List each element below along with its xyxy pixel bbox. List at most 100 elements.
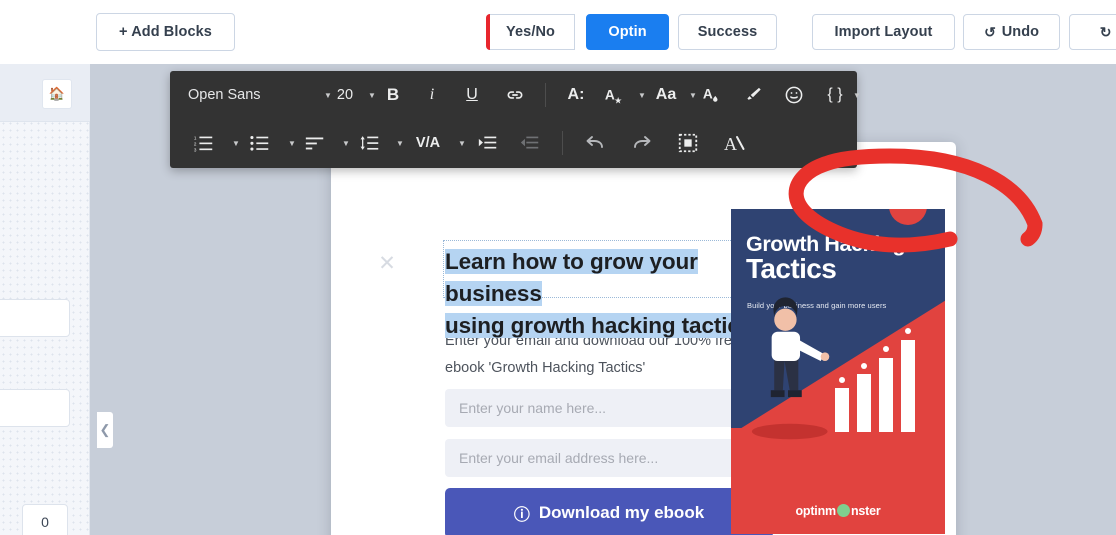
undo-button[interactable]: ↻ Undo: [963, 14, 1060, 50]
align-button[interactable]: [298, 119, 332, 167]
chevron-down-icon: ▼: [232, 138, 240, 148]
link-button[interactable]: [498, 71, 532, 119]
italic-button[interactable]: i: [416, 71, 448, 119]
close-icon: ✕: [927, 151, 943, 170]
headline-line-1: Learn how to grow your business: [445, 249, 698, 306]
logo-text-pre: optinm: [795, 504, 836, 518]
close-icon: ✕: [378, 252, 396, 275]
svg-text:3: 3: [194, 147, 197, 152]
text-case-label: Aa: [655, 86, 677, 103]
svg-text:A: A: [724, 134, 737, 154]
logo-text-post: nster: [850, 504, 881, 518]
monster-mascot-icon: [836, 504, 850, 517]
text-style-button[interactable]: A ★: [598, 71, 632, 119]
toolbar-undo-button[interactable]: [575, 119, 615, 167]
svg-text:★: ★: [614, 95, 622, 105]
align-left-icon: [305, 137, 324, 150]
tab-success[interactable]: Success: [678, 14, 777, 50]
unordered-list-button[interactable]: [242, 119, 278, 167]
text-color-button[interactable]: A: [696, 71, 730, 119]
undo-label: Undo: [1001, 24, 1040, 40]
font-family-value: Open Sans: [188, 87, 261, 103]
code-caret[interactable]: ▼: [842, 71, 866, 119]
import-layout-button[interactable]: Import Layout: [812, 14, 955, 50]
svg-text:2: 2: [194, 141, 197, 146]
underline-label: U: [466, 86, 478, 103]
ebook-title-line-1: Growth Hacking: [746, 232, 906, 256]
home-icon: 🏠: [48, 86, 66, 101]
popup-headline[interactable]: Learn how to grow your business using gr…: [445, 246, 775, 342]
line-height-label: A:: [567, 86, 585, 103]
ebook-red-footer: [731, 428, 945, 534]
indent-increase-icon: [478, 136, 497, 149]
bold-label: B: [386, 85, 400, 104]
download-cta-button[interactable]: ⓘ Download my ebook: [445, 488, 773, 535]
toolbar-separator: [545, 83, 546, 107]
sidebar-field-2[interactable]: [0, 389, 70, 427]
ebook-title: Growth Hacking Tactics: [746, 233, 936, 284]
select-region-button[interactable]: [668, 119, 708, 167]
sidebar-collapse-handle[interactable]: ❮: [97, 412, 113, 448]
ebook-title-line-2: Tactics: [746, 253, 837, 285]
clear-formatting-button[interactable]: A: [714, 119, 754, 167]
text-style-star-icon: A ★: [605, 88, 622, 106]
chevron-down-icon: ▼: [396, 138, 404, 148]
add-blocks-label: + Add Blocks: [119, 24, 212, 40]
tab-yes-no-label: Yes/No: [506, 24, 555, 40]
highlighter-icon: [747, 87, 761, 100]
bold-button[interactable]: B: [376, 71, 410, 119]
import-layout-label: Import Layout: [834, 24, 933, 40]
ordered-list-button[interactable]: 1 2 3: [186, 119, 222, 167]
text-editor-toolbar: Open Sans ▼ 20 ▼ B i U A: A ★ ▼ Aa ▼ A {…: [170, 71, 861, 168]
sidebar-field-1[interactable]: [0, 299, 70, 337]
editor-topbar: + Add Blocks Yes/No Optin Success Import…: [0, 0, 1116, 64]
chevron-down-icon: ▼: [288, 138, 296, 148]
name-input[interactable]: Enter your name here...: [445, 389, 773, 427]
underline-button[interactable]: U: [456, 71, 488, 119]
redo-arrow-icon: ↻: [1099, 23, 1112, 40]
line-height-button[interactable]: A:: [558, 71, 594, 119]
home-button[interactable]: 🏠: [42, 79, 72, 109]
link-icon: [507, 91, 523, 99]
redo-button[interactable]: ↻ R: [1069, 14, 1116, 50]
line-spacing-button[interactable]: [352, 119, 388, 167]
undo-arrow-icon: ↻: [983, 23, 996, 40]
tab-yes-no[interactable]: Yes/No: [486, 14, 575, 50]
letter-spacing-caret[interactable]: ▼: [446, 119, 472, 167]
chevron-left-icon: ❮: [99, 422, 111, 437]
ebook-cover-image[interactable]: Growth Hacking Tactics Build your busine…: [731, 209, 945, 534]
optinmonster-logo: optinm nster: [731, 504, 945, 518]
vertical-spacing-input[interactable]: 0: [22, 504, 68, 535]
cta-label: Download my ebook: [538, 503, 705, 522]
email-input[interactable]: Enter your email address here...: [445, 439, 773, 477]
chevron-down-icon: ▼: [342, 138, 350, 148]
add-blocks-button[interactable]: + Add Blocks: [96, 13, 235, 51]
sidebar-header: 🏠: [0, 64, 90, 122]
chevron-down-icon: ▼: [458, 138, 466, 148]
indent-button[interactable]: [470, 119, 506, 167]
svg-text:1: 1: [194, 135, 197, 140]
left-settings-sidebar: 🏠 0 VERTICAL: [0, 64, 90, 535]
unordered-list-icon: [250, 135, 269, 151]
toolbar-row-2: 1 2 3 ▼ ▼ ▼ ▼ V/A ▼ A: [170, 119, 857, 167]
tab-optin[interactable]: Optin: [586, 14, 669, 50]
tab-optin-label: Optin: [608, 24, 647, 40]
chevron-down-icon: ▼: [638, 90, 646, 100]
ebook-illustration: [751, 297, 830, 440]
toolbar-redo-button[interactable]: [622, 119, 662, 167]
select-region-icon: [678, 133, 698, 153]
emoji-button[interactable]: [776, 71, 812, 119]
popup-secondary-close-button[interactable]: ✕: [377, 252, 397, 275]
redo-icon: [634, 136, 651, 148]
line-spacing-icon: [360, 136, 379, 150]
popup-close-button[interactable]: ✕: [926, 152, 944, 170]
highlight-button[interactable]: [735, 71, 771, 119]
clear-formatting-icon: A: [724, 134, 745, 154]
italic-label: i: [429, 86, 435, 103]
letter-spacing-button[interactable]: V/A: [406, 119, 450, 167]
headline-line-2: using growth hacking tactics: [445, 313, 753, 338]
font-size-value: 20: [336, 87, 354, 103]
chevron-down-icon: ▼: [368, 90, 376, 100]
chevron-down-icon: ▼: [853, 90, 861, 100]
